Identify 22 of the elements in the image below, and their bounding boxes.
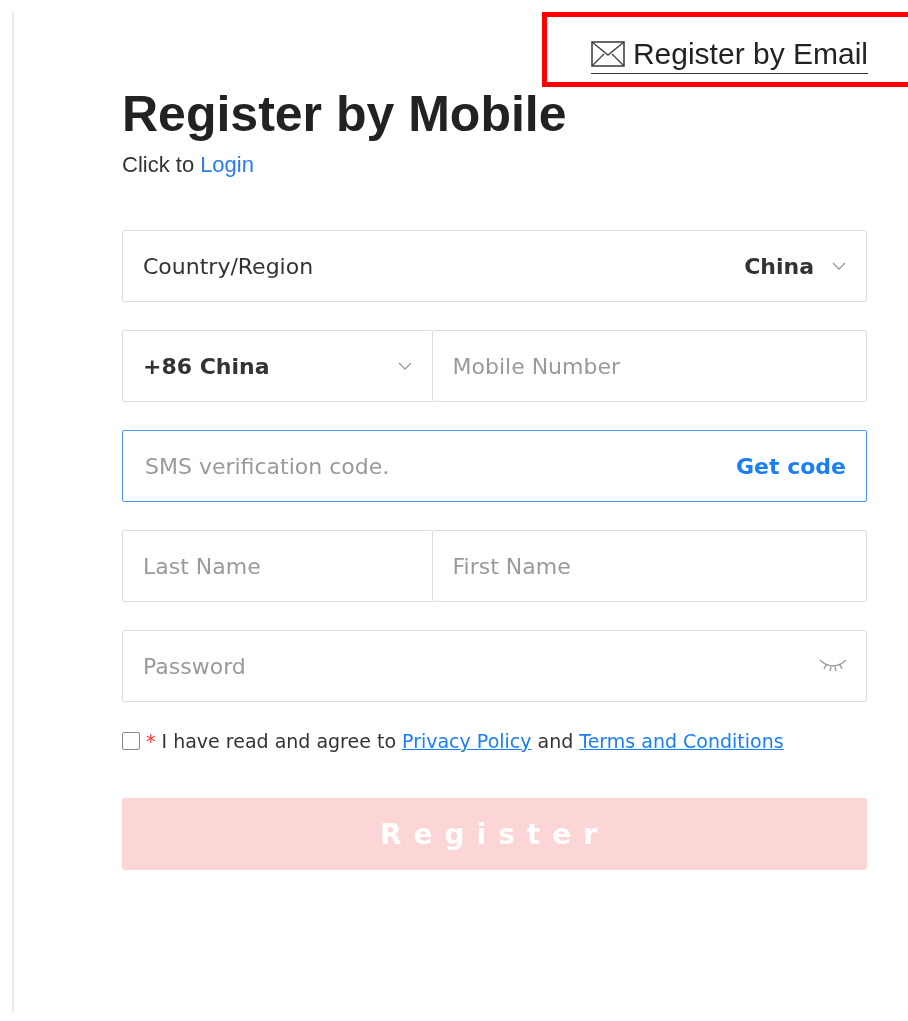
register-by-email-link[interactable]: Register by Email (590, 37, 868, 74)
password-field[interactable]: Password (122, 630, 867, 702)
get-code-button[interactable]: Get code (736, 453, 846, 479)
login-prompt: Click to (122, 152, 195, 178)
required-mark: * (146, 730, 156, 752)
envelope-icon (590, 41, 625, 67)
country-code-select[interactable]: +86 China (122, 330, 433, 402)
terms-link[interactable]: Terms and Conditions (579, 730, 784, 752)
mobile-number-field[interactable]: Mobile Number (431, 330, 867, 402)
chevron-down-icon (398, 362, 412, 370)
first-name-field[interactable]: First Name (431, 530, 867, 602)
agreement-text: and (537, 730, 574, 752)
login-link[interactable]: Login (200, 152, 254, 178)
agreement-text: I have read and agree to (161, 730, 396, 752)
closed-eye-icon[interactable] (819, 659, 847, 673)
country-select[interactable]: Country/Region China (122, 230, 867, 302)
agree-checkbox[interactable] (122, 732, 140, 750)
page-title: Register by Mobile (122, 87, 568, 142)
last-name-field[interactable]: Last Name (122, 530, 433, 602)
sms-code-field[interactable]: SMS verification code. Get code (122, 430, 867, 502)
privacy-policy-link[interactable]: Privacy Policy (402, 730, 532, 752)
chevron-down-icon (832, 262, 846, 270)
